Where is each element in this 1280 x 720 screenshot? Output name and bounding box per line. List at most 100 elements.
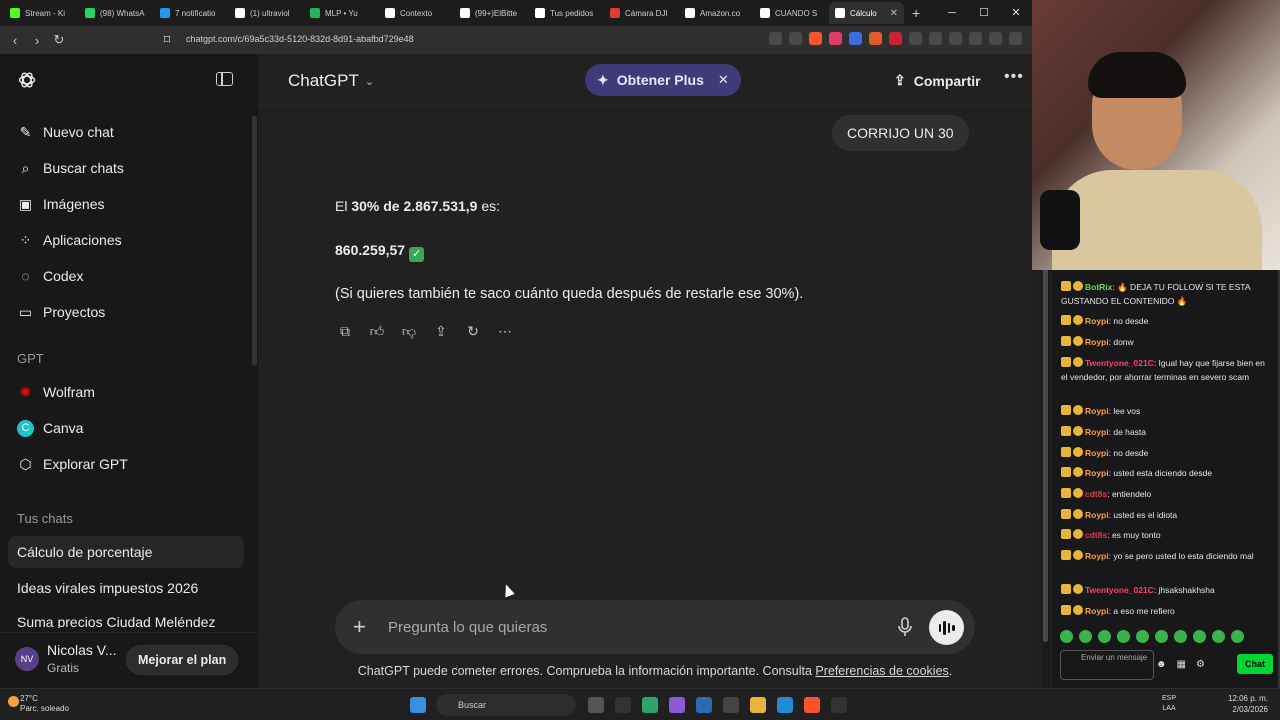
menu-icon[interactable]	[1009, 32, 1022, 45]
taskbar-search[interactable]: Buscar	[436, 694, 576, 716]
maximize-icon[interactable]: ☐	[968, 0, 1000, 26]
chat-item-active[interactable]: Cálculo de porcentaje	[8, 536, 244, 568]
more-options-icon[interactable]: •••	[1004, 68, 1024, 86]
chat-item[interactable]: Suma precios Ciudad Meléndez	[8, 608, 244, 628]
sidebar-item-search-chats[interactable]: ⌕ Buscar chats	[8, 153, 246, 183]
get-plus-button[interactable]: ✦ Obtener Plus ✕	[585, 64, 741, 96]
browser-tab[interactable]: MLP • Yu	[304, 2, 379, 24]
chat-username[interactable]: Roypi	[1085, 406, 1109, 416]
browser-tab[interactable]: Amazon.co	[679, 2, 754, 24]
chat-username[interactable]: cdt8s	[1085, 530, 1107, 540]
store-icon[interactable]: ▦	[1177, 659, 1186, 670]
vpn-icon[interactable]	[989, 32, 1002, 45]
brave-rewards-icon[interactable]	[829, 32, 842, 45]
bookmark-icon[interactable]: ⌑	[156, 32, 178, 48]
avatar[interactable]: NV	[15, 647, 39, 671]
regenerate-icon[interactable]: ↻	[464, 322, 482, 340]
browser-tab-active[interactable]: Cálculo ✕	[829, 2, 904, 24]
close-icon[interactable]: ✕	[718, 72, 729, 88]
zoom-icon[interactable]	[769, 32, 782, 45]
cookie-preferences-link[interactable]: Preferencias de cookies	[815, 664, 948, 678]
chat-username[interactable]: Roypi	[1085, 606, 1109, 616]
close-tab-icon[interactable]: ✕	[890, 8, 898, 19]
prompt-input[interactable]: Pregunta lo que quieras	[388, 619, 547, 636]
chat-username[interactable]: cdt8s	[1085, 489, 1107, 499]
chat-username[interactable]: Twentyone_021C	[1085, 585, 1154, 595]
share-page-icon[interactable]	[789, 32, 802, 45]
emote-icon[interactable]	[1193, 630, 1206, 643]
reload-icon[interactable]: ↻	[48, 32, 70, 48]
sidebar-item-apps[interactable]: ⁘ Aplicaciones	[8, 225, 246, 255]
emote-icon[interactable]	[1155, 630, 1168, 643]
browser-tab[interactable]: (1) ultraviol	[229, 2, 304, 24]
weather-widget[interactable]: 27°C Parc. soleado	[8, 694, 69, 714]
thumbs-down-icon[interactable]: 👎︎	[400, 322, 418, 340]
forward-icon[interactable]: ›	[26, 33, 48, 48]
emote-icon[interactable]	[1117, 630, 1130, 643]
store-icon[interactable]	[696, 697, 712, 713]
language-indicator[interactable]: ESP LAA	[1162, 694, 1176, 714]
browser-tab[interactable]: (99+)ElBitte	[454, 2, 529, 24]
copy-icon[interactable]: ⧉	[336, 322, 354, 340]
chat-username[interactable]: Roypi	[1085, 551, 1109, 561]
app-icon[interactable]	[615, 697, 631, 713]
chat-username[interactable]: Twentyone_021C	[1085, 358, 1154, 368]
chat-username[interactable]: Roypi	[1085, 510, 1109, 520]
emote-icon[interactable]	[1079, 630, 1092, 643]
terminal-icon[interactable]	[723, 697, 739, 713]
sidebar-item-images[interactable]: ▣ Imágenes	[8, 189, 246, 219]
browser-tab[interactable]: Tus pedidos	[529, 2, 604, 24]
emote-icon[interactable]	[1098, 630, 1111, 643]
sidebar-item-codex[interactable]: ◌ Codex	[8, 261, 246, 291]
sidebar-scrollbar[interactable]	[252, 116, 257, 366]
close-icon[interactable]: ✕	[1000, 0, 1032, 26]
back-icon[interactable]: ‹	[4, 33, 26, 48]
chatgpt-logo-icon[interactable]	[17, 70, 37, 90]
edge-icon[interactable]	[777, 697, 793, 713]
extension-icon[interactable]	[889, 32, 902, 45]
chat-username[interactable]: Roypi	[1085, 337, 1109, 347]
chat-username[interactable]: Roypi	[1085, 427, 1109, 437]
translate-icon[interactable]	[849, 32, 862, 45]
new-tab-icon[interactable]: +	[912, 5, 920, 21]
chat-username[interactable]: BotRix	[1085, 282, 1112, 292]
obs-icon[interactable]	[831, 697, 847, 713]
stream-chat-send-button[interactable]: Chat	[1237, 654, 1273, 674]
copilot-icon[interactable]	[669, 697, 685, 713]
browser-tab[interactable]: Cámara DJI	[604, 2, 679, 24]
emote-picker-icon[interactable]: ☻	[1156, 659, 1167, 670]
share-icon[interactable]: ⇪	[432, 322, 450, 340]
brave-icon[interactable]	[804, 697, 820, 713]
sidebar-item-wolfram[interactable]: ✺ Wolfram	[8, 377, 246, 407]
share-button[interactable]: ⇪ Compartir	[894, 72, 981, 89]
task-view-icon[interactable]	[588, 697, 604, 713]
more-options-icon[interactable]: ⋯	[496, 322, 514, 340]
settings-icon[interactable]: ⚙	[1196, 659, 1205, 670]
sidebar-item-canva[interactable]: C Canva	[8, 413, 246, 443]
sidebar-toggle-icon[interactable]	[949, 32, 962, 45]
sidebar-item-new-chat[interactable]: ✎ Nuevo chat	[8, 117, 246, 147]
url-field[interactable]: chatgpt.com/c/69a5c33d-5120-832d-8d91-ab…	[186, 34, 414, 44]
browser-tab[interactable]: Stream - Ki	[4, 2, 79, 24]
media-icon[interactable]	[929, 32, 942, 45]
app-icon[interactable]	[642, 697, 658, 713]
close-sidebar-icon[interactable]	[216, 72, 233, 86]
extension-icon[interactable]	[869, 32, 882, 45]
stream-chat-input[interactable]: Enviar un mensaje	[1060, 650, 1154, 680]
brave-shield-icon[interactable]	[809, 32, 822, 45]
emote-icon[interactable]	[1212, 630, 1225, 643]
system-clock[interactable]: 12:06 p. m. 2/03/2026	[1228, 693, 1268, 715]
browser-tab[interactable]: CUANDO S	[754, 2, 829, 24]
chat-item[interactable]: Ideas virales impuestos 2026	[8, 572, 244, 604]
profile-name[interactable]: Nicolas V...	[47, 642, 117, 658]
sidebar-item-projects[interactable]: ▭ Proyectos	[8, 297, 246, 327]
chat-username[interactable]: Roypi	[1085, 448, 1109, 458]
model-selector[interactable]: ChatGPT ⌄	[288, 71, 374, 91]
voice-mode-button[interactable]	[929, 610, 964, 645]
leo-icon[interactable]	[969, 32, 982, 45]
file-explorer-icon[interactable]	[750, 697, 766, 713]
minimize-icon[interactable]: ─	[936, 0, 968, 26]
emote-icon[interactable]	[1231, 630, 1244, 643]
extensions-puzzle-icon[interactable]	[909, 32, 922, 45]
emote-icon[interactable]	[1060, 630, 1073, 643]
